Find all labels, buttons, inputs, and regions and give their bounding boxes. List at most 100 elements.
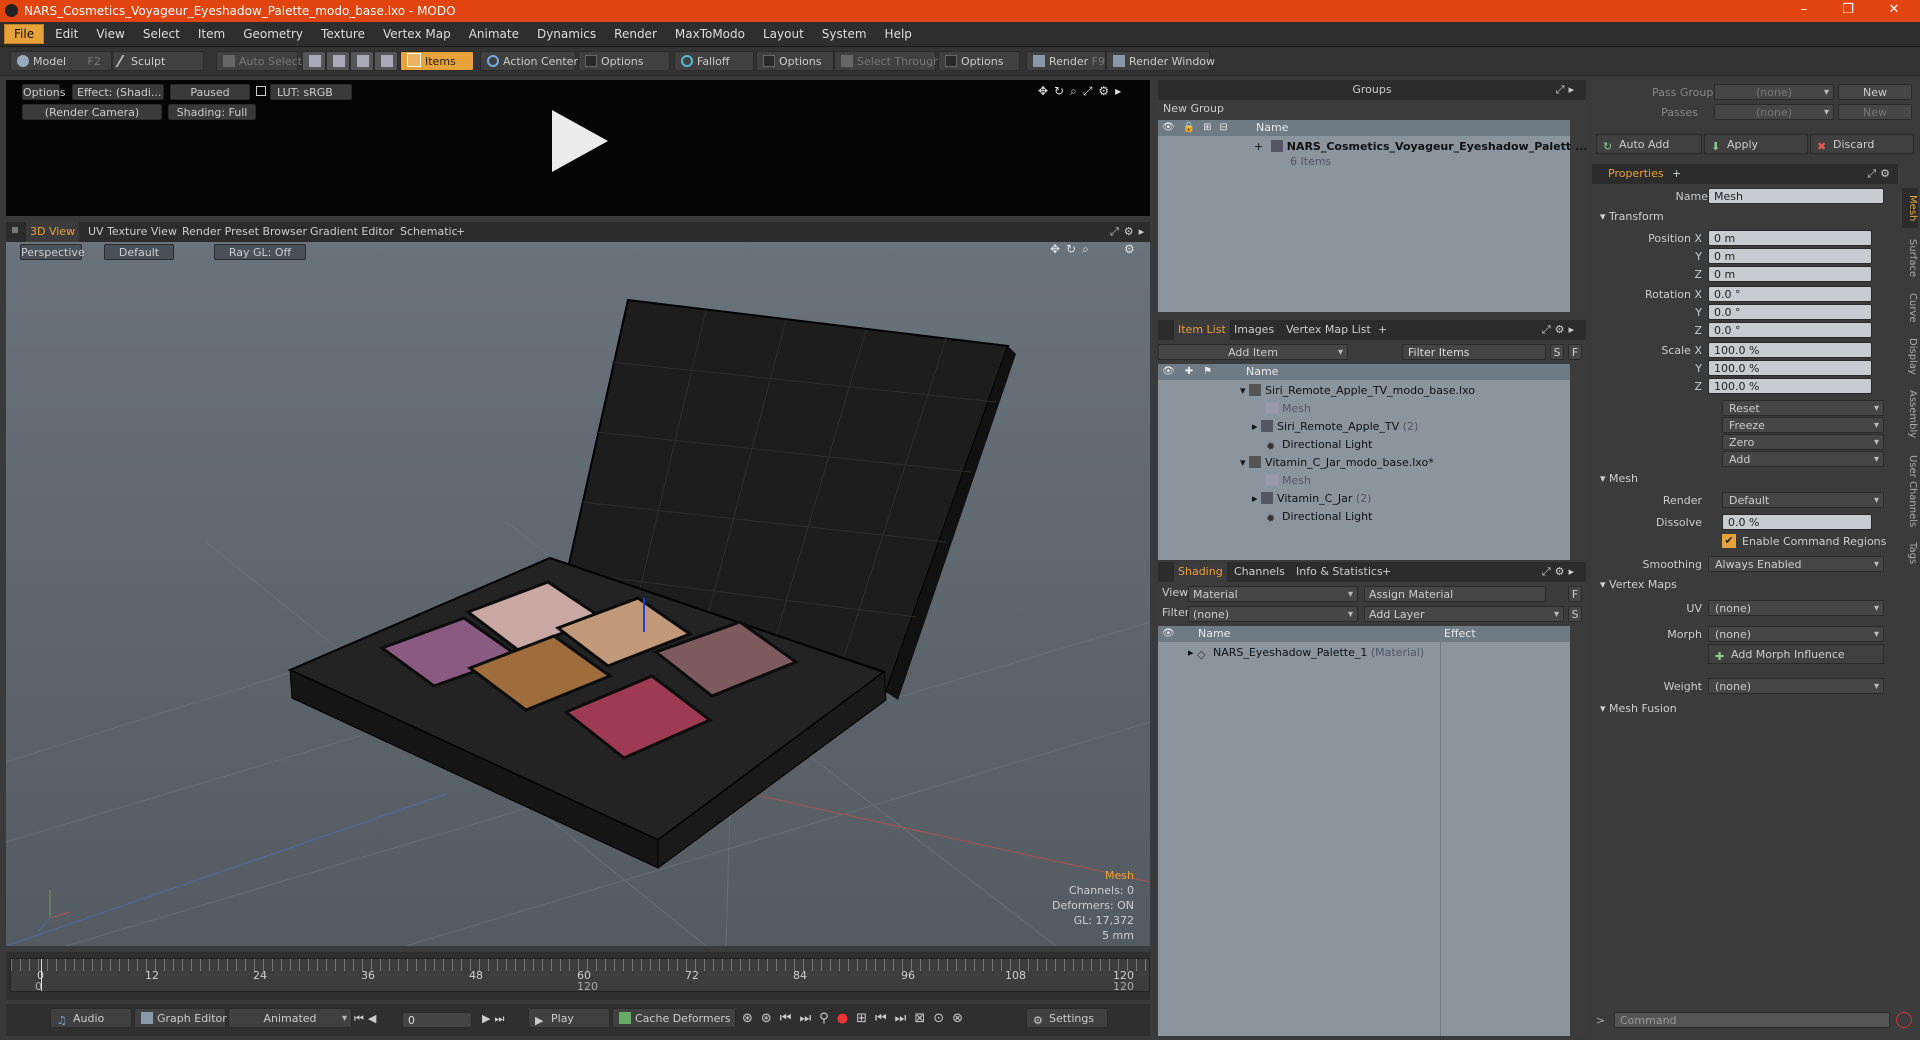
vertices-select-button[interactable] <box>302 51 326 71</box>
panel-controls-icons[interactable]: ⤢⚙▸ <box>1110 222 1149 242</box>
transport-prev-icons[interactable]: ⏮◀ <box>354 1012 380 1026</box>
weight-dropdown[interactable]: (none) <box>1708 678 1884 695</box>
menu-render[interactable]: Render <box>605 22 666 46</box>
menu-system[interactable]: System <box>813 22 876 46</box>
render-window-button[interactable]: Render Window <box>1106 51 1215 71</box>
new-group-button[interactable]: New Group <box>1158 100 1236 116</box>
shading-f-button[interactable]: F <box>1568 586 1582 602</box>
group-item[interactable]: + NARS_Cosmetics_Voyageur_Eyeshadow_Pale… <box>1254 140 1588 153</box>
add-morph-influence-button[interactable]: ✚ Add Morph Influence <box>1708 644 1884 664</box>
transport-next-icons[interactable]: ▶⏭ <box>482 1012 508 1026</box>
menu-animate[interactable]: Animate <box>460 22 528 46</box>
position-z-field[interactable]: 0 m <box>1708 266 1872 282</box>
items-mode-button[interactable]: Items <box>400 51 474 71</box>
position-y-field[interactable]: 0 m <box>1708 248 1872 264</box>
add-item-dropdown[interactable]: Add Item <box>1158 344 1348 361</box>
passes-dropdown[interactable]: (none) <box>1714 104 1834 121</box>
groups-panel-icons[interactable]: ⤢▸ <box>1556 80 1578 100</box>
tab-schematic[interactable]: Schematic <box>396 222 462 242</box>
uv-dropdown[interactable]: (none) <box>1708 600 1884 617</box>
filter-items-input[interactable]: Filter Items <box>1402 344 1546 360</box>
item-list[interactable]: 👁✚⚑ Name ▾ Siri_Remote_Apple_TV_modo_bas… <box>1158 364 1570 560</box>
preview-nav-icons[interactable]: ✥↻⌕⤢⚙▸ <box>1038 84 1127 99</box>
side-tab-surface[interactable]: Surface <box>1902 232 1918 284</box>
new-pass-button[interactable]: New <box>1838 104 1912 120</box>
list-item[interactable]: ✹ Directional Light <box>1266 436 1372 454</box>
materials-select-button[interactable] <box>374 51 398 71</box>
material-row[interactable]: ▸ ◇ NARS_Eyeshadow_Palette_1 (Material) <box>1188 644 1424 662</box>
tab-render-preset-browser[interactable]: Render Preset Browser <box>178 222 311 242</box>
tab-uv-texture-view[interactable]: UV Texture View <box>84 222 181 242</box>
add-tab-icon[interactable]: + <box>1378 320 1387 340</box>
position-x-field[interactable]: 0 m <box>1708 230 1872 246</box>
pass-groups-dropdown[interactable]: (none) <box>1714 84 1834 101</box>
auto-add-button[interactable]: ↻ Auto Add <box>1596 134 1702 154</box>
mesh-fusion-section[interactable]: ▾ Mesh Fusion <box>1600 702 1677 715</box>
cache-deformers-button[interactable]: Cache Deformers <box>612 1008 736 1028</box>
tab-images[interactable]: Images <box>1230 320 1278 340</box>
raygl-dropdown[interactable]: Ray GL: Off <box>214 244 306 260</box>
menu-layout[interactable]: Layout <box>754 22 813 46</box>
mesh-section[interactable]: ▾ Mesh <box>1600 472 1638 485</box>
polygons-select-button[interactable] <box>350 51 374 71</box>
morph-dropdown[interactable]: (none) <box>1708 626 1884 643</box>
side-tab-user-channels[interactable]: User Channels <box>1902 448 1918 534</box>
list-item[interactable]: ▸ Siri_Remote_Apple_TV (2) <box>1252 418 1418 436</box>
menu-item[interactable]: Item <box>189 22 234 46</box>
rotation-x-field[interactable]: 0.0 ° <box>1708 286 1872 302</box>
model-mode-button[interactable]: Model F2 <box>10 51 112 71</box>
dissolve-field[interactable]: 0.0 % <box>1722 514 1872 530</box>
timeline-track[interactable]: 0 12 24 36 48 60 72 84 96 108 120 0 120 … <box>10 958 1151 993</box>
settings-button[interactable]: ⚙ Settings <box>1026 1008 1108 1028</box>
apply-button[interactable]: ⬇ Apply <box>1704 134 1808 154</box>
add-layer-dropdown[interactable]: Add Layer <box>1364 606 1564 623</box>
tab-item-list[interactable]: Item List <box>1174 320 1230 340</box>
play-button[interactable]: ▶ Play <box>528 1008 610 1028</box>
add-dropdown[interactable]: Add <box>1722 451 1884 468</box>
tab-info-statistics[interactable]: Info & Statistics <box>1292 562 1387 582</box>
render-dropdown[interactable]: Default <box>1722 492 1884 509</box>
tab-shading[interactable]: Shading <box>1174 562 1227 582</box>
add-tab-icon[interactable]: + <box>456 222 465 242</box>
tab-properties[interactable]: Properties <box>1608 164 1664 184</box>
preview-options-button[interactable]: Options <box>22 84 65 100</box>
add-tab-icon[interactable]: + <box>1382 562 1391 582</box>
play-icon[interactable] <box>544 106 614 176</box>
minimize-button[interactable]: – <box>1784 2 1824 20</box>
preview-lut-dropdown[interactable]: LUT: sRGB <box>270 84 352 100</box>
list-item[interactable]: Mesh <box>1266 472 1311 490</box>
menu-file[interactable]: File <box>4 24 45 44</box>
command-history-icon[interactable] <box>1896 1012 1912 1028</box>
auto-select-button[interactable]: Auto Select <box>216 51 302 71</box>
tab-3d-view[interactable]: 3D View <box>26 222 80 242</box>
smoothing-dropdown[interactable]: Always Enabled <box>1708 556 1884 573</box>
freeze-dropdown[interactable]: Freeze <box>1722 417 1884 434</box>
reset-dropdown[interactable]: Reset <box>1722 400 1884 417</box>
menu-texture[interactable]: Texture <box>312 22 374 46</box>
item-list-panel-icons[interactable]: ⤢⚙▸ <box>1542 320 1578 340</box>
list-item[interactable]: ▾ Vitamin_C_Jar_modo_base.lxo* <box>1240 454 1434 472</box>
vertex-maps-section[interactable]: ▾ Vertex Maps <box>1600 578 1677 591</box>
viewport-nav-icons[interactable]: ✥↻⌕ <box>1050 242 1095 257</box>
shading-s-button[interactable]: S <box>1568 606 1582 622</box>
tab-channels[interactable]: Channels <box>1230 562 1289 582</box>
rotation-z-field[interactable]: 0.0 ° <box>1708 322 1872 338</box>
timeline[interactable]: 0 12 24 36 48 60 72 84 96 108 120 0 120 … <box>6 952 1151 1000</box>
preview-paused-button[interactable]: Paused <box>170 84 250 100</box>
enable-command-regions-checkbox[interactable]: ✔ <box>1722 534 1736 548</box>
3d-viewport[interactable]: Perspective Default Ray GL: Off ✥↻⌕ ⚙ Me… <box>6 242 1150 946</box>
list-item[interactable]: Mesh <box>1266 400 1311 418</box>
name-field[interactable]: Mesh <box>1708 188 1884 204</box>
add-tab-icon[interactable]: + <box>1672 164 1681 184</box>
frame-field[interactable]: 0 <box>402 1012 472 1028</box>
scale-y-field[interactable]: 100.0 % <box>1708 360 1872 376</box>
playhead[interactable] <box>41 959 42 991</box>
menu-help[interactable]: Help <box>876 22 921 46</box>
lock-icon[interactable] <box>256 86 266 96</box>
rotation-y-field[interactable]: 0.0 ° <box>1708 304 1872 320</box>
assign-material-button[interactable]: Assign Material <box>1364 586 1546 602</box>
side-tab-curve[interactable]: Curve <box>1902 288 1918 328</box>
preview-shading-dropdown[interactable]: Shading: Full <box>168 104 256 120</box>
groups-list[interactable]: 👁🔒⊞⊟ Name + NARS_Cosmetics_Voyageur_Eyes… <box>1158 120 1588 312</box>
maximize-button[interactable]: ❐ <box>1828 2 1868 20</box>
